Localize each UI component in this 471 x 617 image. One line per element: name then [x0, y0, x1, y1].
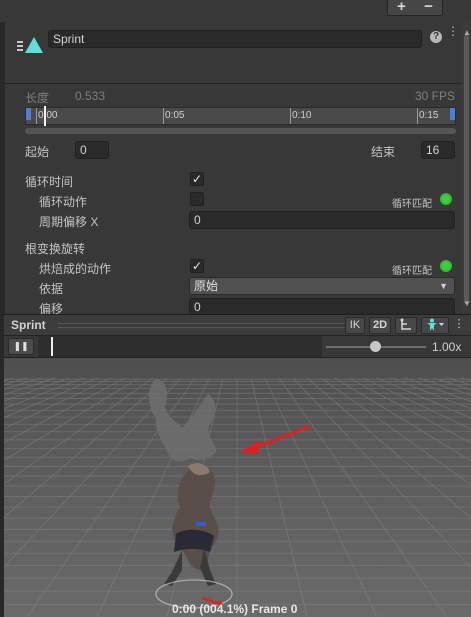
loop-pose-match-indicator: [440, 193, 452, 205]
help-icon[interactable]: ?: [430, 31, 442, 43]
ik-toggle-button[interactable]: IK: [345, 317, 365, 334]
loop-time-label: 循环时间: [25, 175, 74, 189]
timeline-tick: 0:10: [292, 110, 312, 121]
inspector-scrollbar[interactable]: [462, 22, 471, 314]
playback-bar: ❚❚ 1.00x: [4, 336, 471, 358]
offset-label: 偏移: [39, 302, 64, 314]
frame-readout: 0:00 (004.1%) Frame 0: [172, 602, 298, 616]
add-remove-buttons: + −: [387, 0, 443, 16]
chevron-down-icon: ▼: [439, 281, 448, 291]
length-value: 0.533: [75, 89, 106, 103]
preview-scene: [4, 358, 471, 617]
bake-into-pose-label: 烘焙成的动作: [39, 262, 112, 276]
timeline-tick: 0:15: [419, 110, 439, 121]
length-label: 长度: [25, 91, 50, 105]
scroll-down-icon[interactable]: ▼: [463, 299, 471, 308]
2d-toggle-button[interactable]: 2D: [369, 317, 391, 334]
cycle-offset-field[interactable]: 0: [189, 211, 455, 229]
clip-timeline[interactable]: 0:00 0:05 0:10 0:15: [25, 106, 456, 126]
end-field[interactable]: 16: [421, 141, 455, 159]
clip-name-field[interactable]: Sprint: [48, 30, 422, 48]
pause-button[interactable]: ❚❚: [8, 338, 34, 355]
offset-field[interactable]: 0: [189, 298, 455, 314]
bake-into-pose-checkbox[interactable]: ✓: [190, 259, 204, 273]
end-label: 结束: [371, 145, 396, 159]
add-button[interactable]: +: [388, 0, 415, 15]
preview-viewport[interactable]: 0:00 (004.1%) Frame 0: [4, 358, 471, 617]
timeline-playhead[interactable]: [44, 106, 46, 126]
options-menu-icon[interactable]: ⋮: [447, 25, 459, 37]
based-upon-value: 原始: [194, 279, 219, 293]
scrollbar-thumb[interactable]: [464, 34, 469, 304]
preview-menu-icon[interactable]: ⋮: [453, 317, 465, 334]
start-field[interactable]: 0: [75, 141, 109, 159]
start-marker[interactable]: [26, 108, 31, 120]
speed-value: 1.00x: [432, 340, 462, 354]
pivot-toggle-button[interactable]: [395, 317, 417, 334]
loop-pose-label: 循环动作: [39, 195, 88, 209]
clip-header: Sprint ? ⋮: [5, 22, 462, 84]
scrubber-playhead[interactable]: [51, 337, 53, 356]
end-marker[interactable]: [450, 108, 455, 120]
loop-pose-match-label: 循环匹配: [392, 199, 432, 210]
speed-slider-knob[interactable]: [370, 341, 381, 352]
root-rotation-section-label: 根变换旋转: [25, 242, 86, 256]
pivot-icon: [400, 318, 411, 330]
preview-toolbar: Sprint IK 2D ⋮: [4, 314, 471, 336]
cycle-offset-label: 周期偏移 X: [39, 215, 99, 229]
preview-scrubber[interactable]: [38, 336, 322, 357]
bake-match-indicator: [440, 260, 452, 272]
timeline-range-bar[interactable]: [25, 128, 456, 134]
timeline-tick: 0:00: [38, 110, 58, 121]
remove-button[interactable]: −: [415, 0, 442, 15]
preview-title: Sprint: [11, 318, 46, 332]
avatar-select-button[interactable]: [421, 317, 449, 334]
bake-match-label: 循环匹配: [392, 266, 432, 277]
clip-inspector: Sprint ? ⋮ 长度 0.533 30 FPS 0:00 0:05 0:1…: [4, 22, 462, 314]
animation-clip-icon: [17, 37, 43, 53]
scroll-up-icon[interactable]: ▲: [463, 28, 471, 37]
preview-drag-handle[interactable]: [58, 323, 344, 328]
avatar-icon: [427, 318, 444, 331]
loop-time-checkbox[interactable]: ✓: [190, 172, 204, 186]
timeline-tick: 0:05: [165, 110, 185, 121]
based-upon-select[interactable]: 原始 ▼: [189, 277, 455, 295]
fps-value: 30 FPS: [415, 89, 456, 103]
top-strip: + −: [0, 0, 471, 22]
loop-pose-checkbox[interactable]: [190, 192, 204, 206]
based-upon-label: 依据: [39, 282, 64, 296]
start-label: 起始: [25, 145, 50, 159]
